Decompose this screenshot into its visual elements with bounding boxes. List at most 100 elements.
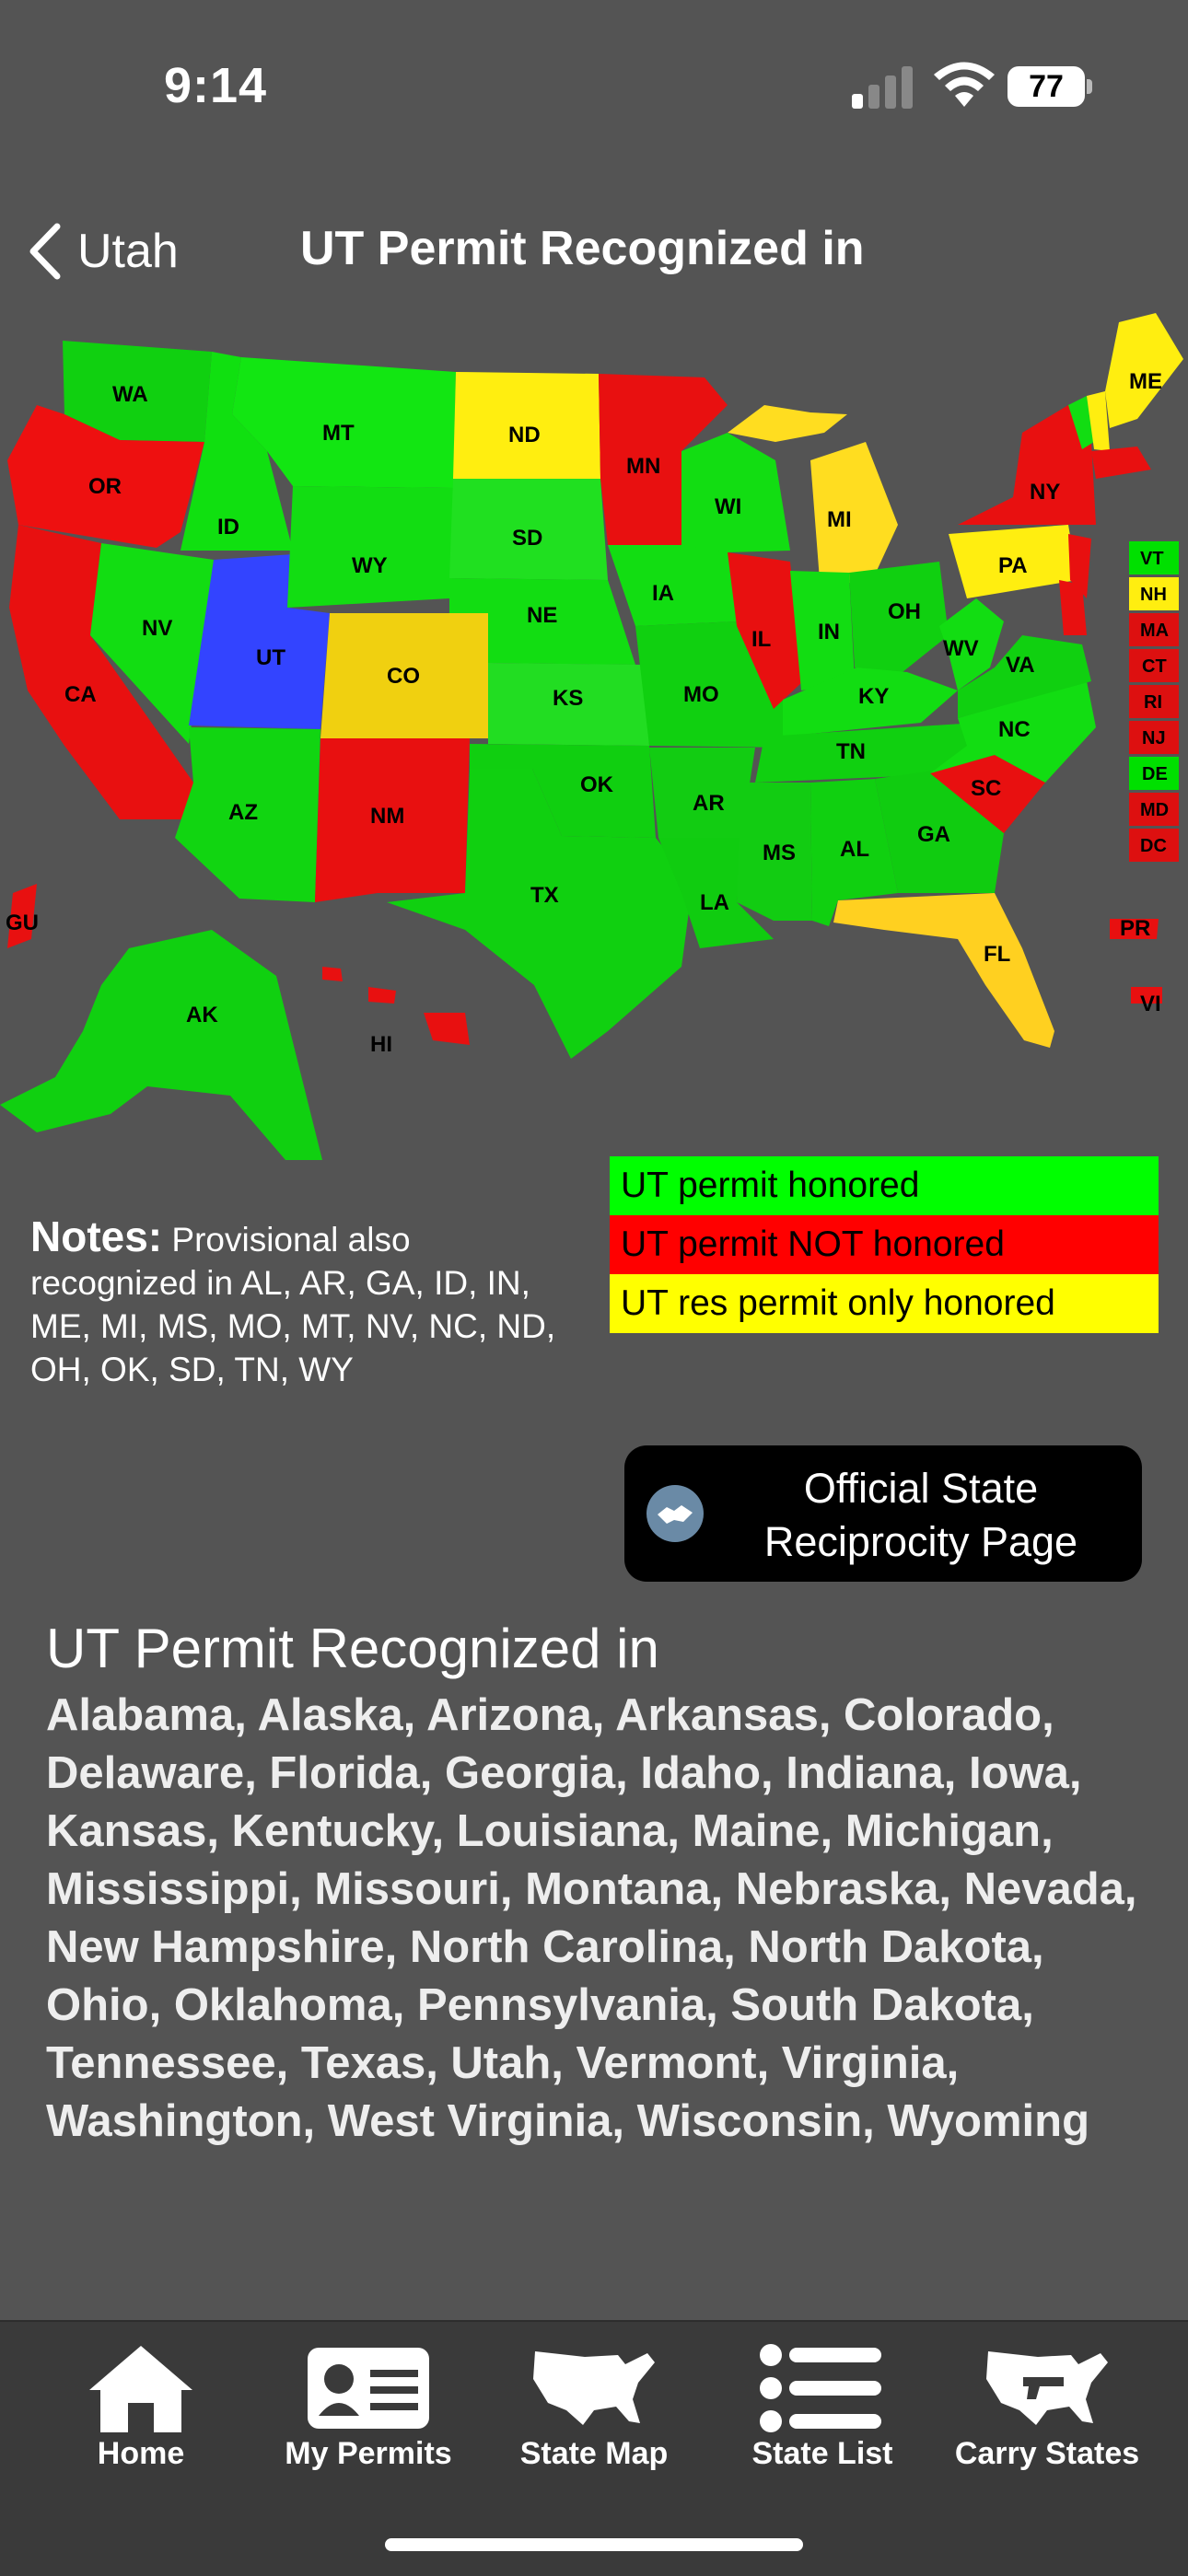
official-button-line2: Reciprocity Page	[763, 1518, 1078, 1565]
page-title: UT Permit Recognized in	[300, 222, 865, 275]
back-label: Utah	[77, 225, 179, 278]
label-MS: MS	[763, 841, 796, 865]
label-OH: OH	[888, 599, 921, 624]
tab-carry-states[interactable]: Carry States	[932, 2322, 1162, 2488]
tab-state-list[interactable]: State List	[707, 2322, 938, 2488]
label-WY: WY	[352, 553, 388, 578]
chevron-left-icon	[29, 223, 61, 280]
box-label-CT: CT	[1142, 656, 1167, 677]
tab-state-list-label: State List	[751, 2436, 893, 2471]
label-GA: GA	[917, 822, 950, 847]
back-button[interactable]: Utah	[26, 219, 179, 284]
state-FL[interactable]	[833, 893, 1054, 1048]
label-AR: AR	[693, 791, 725, 816]
label-AZ: AZ	[228, 800, 258, 825]
map-svg: WA OR CA ID NV UT AZ MT WY CO NM ND SD N…	[0, 313, 1183, 1160]
label-NM: NM	[370, 804, 404, 829]
recognized-list-title: UT Permit Recognized in	[46, 1618, 659, 1679]
state-WI[interactable]	[681, 433, 790, 552]
box-label-MD: MD	[1140, 800, 1169, 820]
label-CO: CO	[387, 664, 420, 689]
official-reciprocity-button[interactable]: Official State Reciprocity Page	[624, 1445, 1142, 1582]
label-NE: NE	[527, 603, 557, 628]
label-GU: GU	[6, 911, 39, 935]
list-icon	[760, 2344, 881, 2432]
label-PA: PA	[998, 553, 1028, 578]
legend-not-honored: UT permit NOT honored	[610, 1215, 1159, 1274]
tab-home[interactable]: Home	[26, 2322, 256, 2488]
battery-indicator: 77	[1007, 66, 1085, 107]
tab-my-permits-label: My Permits	[285, 2436, 452, 2471]
label-PR: PR	[1120, 916, 1150, 941]
notes: Notes: Provisional also recognized in AL…	[30, 1215, 583, 1391]
state-MA[interactable]	[1091, 447, 1151, 479]
recognized-states-text: Alabama, Alaska, Arizona, Arkansas, Colo…	[46, 1690, 1137, 2146]
label-MN: MN	[626, 454, 660, 479]
label-MO: MO	[683, 682, 719, 707]
state-AK[interactable]	[0, 930, 322, 1160]
official-button-line1: Official State	[803, 1465, 1039, 1512]
label-UT: UT	[256, 645, 285, 670]
home-icon	[89, 2346, 192, 2432]
label-NV: NV	[142, 616, 172, 641]
notes-heading: Notes:	[30, 1213, 163, 1260]
label-ME: ME	[1129, 369, 1162, 394]
box-label-NH: NH	[1140, 585, 1167, 605]
box-label-MA: MA	[1140, 621, 1169, 641]
label-WV: WV	[943, 636, 979, 661]
label-CA: CA	[64, 682, 97, 707]
label-TN: TN	[836, 739, 866, 764]
label-NC: NC	[998, 717, 1031, 742]
us-reciprocity-map[interactable]: WA OR CA ID NV UT AZ MT WY CO NM ND SD N…	[0, 304, 1188, 1206]
box-label-DE: DE	[1142, 764, 1168, 784]
battery-cap	[1087, 79, 1092, 94]
label-IL: IL	[751, 627, 771, 652]
label-OR: OR	[88, 474, 122, 499]
map-legend: UT permit honored UT permit NOT honored …	[610, 1156, 1159, 1333]
status-time: 9:14	[164, 58, 268, 113]
label-SC: SC	[971, 776, 1001, 801]
state-MI[interactable]	[810, 442, 898, 585]
legend-honored: UT permit honored	[610, 1156, 1159, 1215]
box-label-DC: DC	[1140, 836, 1167, 856]
legend-honored-label: UT permit honored	[621, 1166, 920, 1205]
label-TX: TX	[530, 883, 559, 908]
home-indicator	[385, 2538, 803, 2551]
state-MI-upper[interactable]	[728, 405, 847, 442]
label-WA: WA	[112, 382, 148, 407]
tab-state-map-label: State Map	[519, 2436, 669, 2471]
official-button-label: Official State Reciprocity Page	[718, 1462, 1124, 1569]
label-VI: VI	[1140, 992, 1161, 1016]
legend-res-only-label: UT res permit only honored	[621, 1283, 1055, 1323]
box-label-NJ: NJ	[1142, 728, 1166, 748]
wifi-icon	[934, 62, 995, 107]
label-IN: IN	[818, 620, 840, 644]
label-WI: WI	[715, 494, 741, 519]
tab-state-map[interactable]: State Map	[479, 2322, 709, 2488]
box-label-RI: RI	[1144, 692, 1162, 713]
id-card-icon	[308, 2348, 429, 2429]
label-ID: ID	[217, 515, 239, 540]
label-HI: HI	[370, 1032, 392, 1057]
label-KY: KY	[858, 684, 889, 709]
box-label-VT: VT	[1140, 549, 1164, 569]
label-LA: LA	[700, 890, 729, 915]
legend-not-honored-label: UT permit NOT honored	[621, 1224, 1005, 1264]
label-ND: ND	[508, 423, 541, 447]
label-KS: KS	[553, 686, 583, 711]
navigation-bar: Utah UT Permit Recognized in	[0, 203, 1188, 295]
tab-my-permits[interactable]: My Permits	[253, 2322, 483, 2488]
us-map-icon	[533, 2351, 655, 2425]
label-NY: NY	[1030, 480, 1060, 505]
label-SD: SD	[512, 526, 542, 551]
label-AL: AL	[840, 837, 869, 862]
status-bar: 9:14 77	[0, 0, 1188, 175]
label-FL: FL	[984, 942, 1010, 967]
tab-carry-states-label: Carry States	[954, 2436, 1140, 2471]
state-HI[interactable]	[322, 967, 470, 1045]
label-AK: AK	[186, 1003, 218, 1027]
tab-home-label: Home	[97, 2436, 185, 2471]
label-MI: MI	[827, 507, 852, 532]
state-WY[interactable]	[287, 486, 453, 608]
cellular-signal-icon	[852, 66, 913, 109]
